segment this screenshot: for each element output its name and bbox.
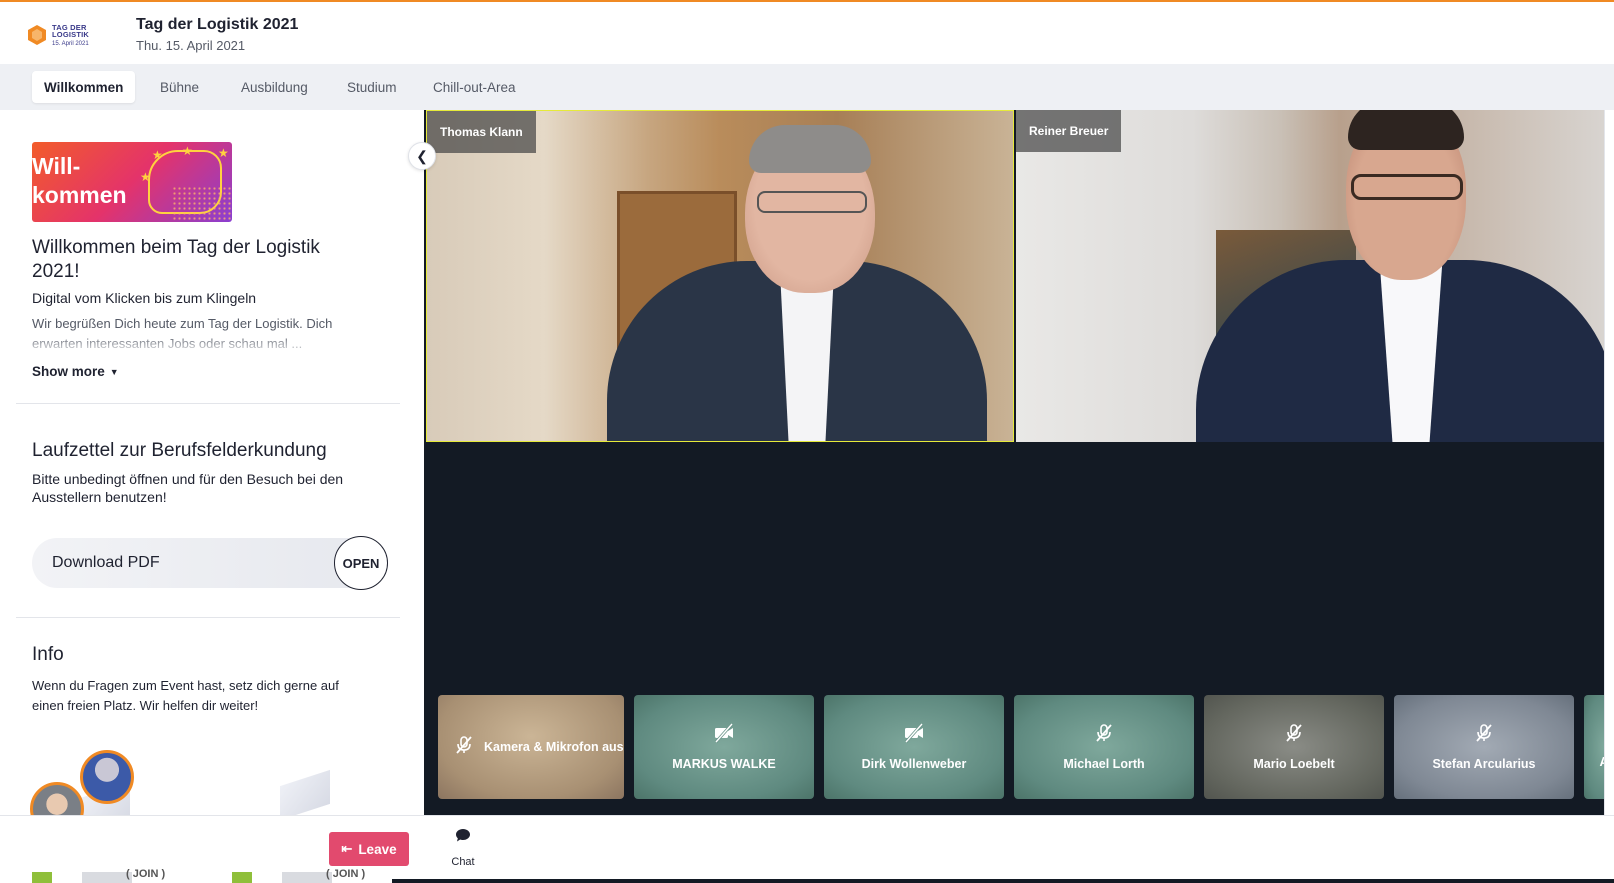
seat-indicator — [82, 872, 132, 883]
self-camera-tile[interactable]: Kamera & Mikrofon aus — [438, 695, 624, 799]
participant-tile[interactable]: Dirk Wollenweber — [824, 695, 1004, 799]
video-off-icon — [903, 723, 925, 747]
show-more-label: Show more — [32, 364, 105, 379]
event-date: Thu. 15. April 2021 — [136, 38, 246, 53]
app-header: TAG DER LOGISTIK 15. April 2021 Tag der … — [0, 2, 1614, 64]
welcome-title: Willkommen beim Tag der Logistik 2021! — [32, 237, 320, 282]
logo-line-2: 15. April 2021 — [52, 40, 89, 47]
participant-name: Dirk Wollenweber — [861, 757, 967, 771]
logo-hexagon-icon — [26, 24, 48, 46]
tab-willkommen[interactable]: Willkommen — [32, 71, 136, 103]
participant-name: Kamera & Mikrofon aus — [484, 740, 624, 754]
event-title: Tag der Logistik 2021 — [136, 16, 299, 33]
welcome-subtitle: Digital vom Klicken bis zum Klingeln — [32, 290, 257, 306]
tab-studium[interactable]: Studium — [335, 71, 409, 103]
participant-name: Stefan Arcularius — [1432, 757, 1536, 771]
banner-text: Will- kommen — [32, 152, 127, 210]
chat-bubble-icon — [455, 828, 471, 848]
room-tabs: Willkommen Bühne Ausbildung Studium Chil… — [0, 64, 1614, 110]
laufzettel-description: Bitte unbedingt öffnen und für den Besuc… — [32, 471, 344, 505]
participant-tile[interactable]: Michael Lorth — [1014, 695, 1194, 799]
speaker-figure — [749, 125, 871, 173]
download-pdf-card[interactable]: Download PDF OPEN — [32, 536, 388, 590]
speaker-figure — [757, 191, 867, 213]
download-pdf-label: Download PDF — [52, 554, 160, 571]
tab-chill-out-area[interactable]: Chill-out-Area — [421, 71, 528, 103]
participant-name: MARKUS WALKE — [672, 757, 776, 771]
speaker-video-tile[interactable]: Reiner Breuer — [1016, 110, 1604, 442]
leave-button[interactable]: ⇤ Leave — [329, 832, 409, 866]
welcome-banner-image: Will- kommen ★ ★ ★ ★ — [32, 142, 232, 222]
star-icon: ★ — [218, 146, 229, 160]
logo-text: TAG DER LOGISTIK 15. April 2021 — [52, 22, 122, 47]
stage-bottom-edge — [392, 879, 1614, 883]
video-off-icon — [713, 723, 735, 747]
show-more-button[interactable]: Show more ▼ — [32, 364, 119, 379]
mic-off-icon — [1284, 723, 1304, 747]
video-stage: Thomas Klann Reiner Breuer Kamera & Mikr… — [424, 110, 1604, 815]
banner-line-1: Will- — [32, 153, 81, 179]
chat-button[interactable]: Chat — [446, 828, 480, 868]
chevron-left-icon: ❮ — [416, 147, 428, 164]
speaker-video-tile[interactable]: Thomas Klann — [426, 110, 1014, 442]
table-seat-graphic — [280, 769, 330, 815]
right-panel-edge — [1604, 110, 1614, 815]
open-pdf-button[interactable]: OPEN — [334, 536, 388, 590]
collapse-sidebar-button[interactable]: ❮ — [408, 142, 436, 170]
speaker-figure — [1351, 174, 1463, 200]
chat-label: Chat — [451, 856, 475, 868]
tab-ausbildung[interactable]: Ausbildung — [229, 71, 320, 103]
participant-tile[interactable]: • A — [1584, 695, 1604, 799]
seat-indicator — [232, 872, 252, 883]
leave-label: Leave — [358, 841, 397, 857]
speaker-figure — [1348, 110, 1464, 150]
tab-buehne[interactable]: Bühne — [148, 71, 211, 103]
exit-icon: ⇤ — [341, 841, 353, 856]
attendee-avatar[interactable] — [30, 782, 84, 815]
description-fade — [32, 334, 372, 356]
info-title: Info — [32, 644, 64, 665]
join-seat-label[interactable]: ( JOIN ) — [126, 868, 165, 880]
chevron-down-icon: ▼ — [109, 366, 119, 377]
event-logo[interactable]: TAG DER LOGISTIK 15. April 2021 — [26, 20, 122, 50]
mic-off-icon — [454, 735, 474, 759]
participant-name: Michael Lorth — [1063, 757, 1145, 771]
join-seat-label[interactable]: ( JOIN ) — [326, 868, 365, 880]
mic-off-icon — [1474, 723, 1494, 747]
info-description: Wenn du Fragen zum Event hast, setz dich… — [32, 678, 339, 713]
seat-indicator — [282, 872, 332, 883]
participant-tile[interactable]: Mario Loebelt — [1204, 695, 1384, 799]
participants-strip: Kamera & Mikrofon aus MARKUS WALKE Dirk … — [438, 695, 1604, 799]
section-divider — [16, 403, 400, 404]
speaker-name-tag: Reiner Breuer — [1016, 110, 1122, 152]
participant-tile[interactable]: Stefan Arcularius — [1394, 695, 1574, 799]
bottom-control-bar: ( JOIN ) ( JOIN ) ⇤ Leave Chat — [0, 815, 1614, 883]
seat-indicator — [32, 872, 52, 883]
laufzettel-title: Laufzettel zur Berufsfelderkundung — [32, 440, 327, 461]
banner-line-2: kommen — [32, 182, 127, 208]
mic-off-icon — [1094, 723, 1114, 747]
attendee-avatar[interactable] — [80, 750, 134, 804]
speaker-name-tag: Thomas Klann — [427, 111, 536, 153]
participant-tile[interactable]: MARKUS WALKE — [634, 695, 814, 799]
section-divider — [16, 617, 400, 618]
logo-line-1: TAG DER LOGISTIK — [52, 22, 90, 39]
participant-name: Mario Loebelt — [1253, 757, 1335, 771]
room-info-sidebar: Will- kommen ★ ★ ★ ★ Willkommen beim Tag… — [0, 110, 424, 815]
banner-dot-pattern — [172, 186, 232, 222]
